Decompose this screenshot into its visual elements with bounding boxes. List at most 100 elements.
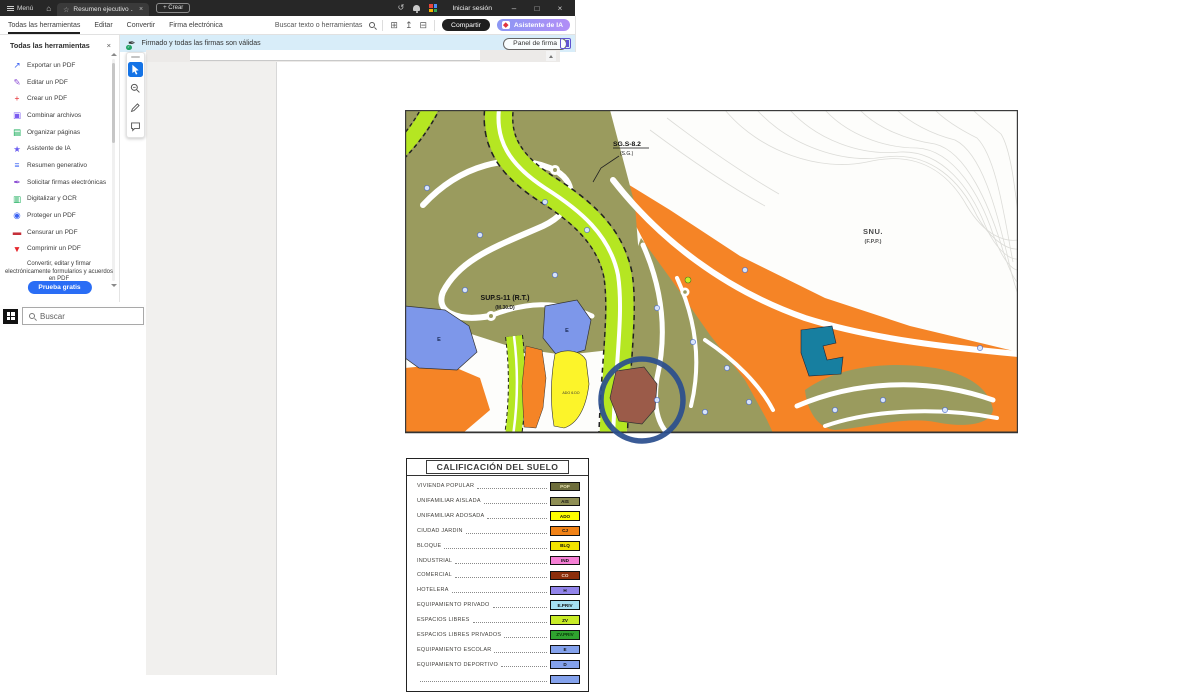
tool-icon: ▣	[12, 111, 22, 120]
tool-list-item[interactable]: ▥ Digitalizar y OCR	[0, 191, 118, 208]
search-icon[interactable]	[369, 22, 375, 28]
legend-leader-dots	[484, 503, 547, 504]
tool-list-item[interactable]: ◉ Proteger un PDF	[0, 207, 118, 224]
star-icon[interactable]: ☆	[63, 6, 69, 14]
drag-handle[interactable]	[131, 56, 140, 58]
sign-tool-button[interactable]	[128, 100, 143, 115]
taskbar-search-box[interactable]: Buscar	[22, 307, 144, 325]
toolbar-tabs: Todas las herramientas Editar Convertir …	[0, 16, 223, 34]
tool-list-item[interactable]: ✎ Editar un PDF	[0, 74, 118, 91]
zoning-map: E E ADO 6.DO SUP.S-11 (R.T.) (M.30.D) SN…	[405, 110, 1018, 455]
legend-label: UNIFAMILIAR AISLADA	[417, 498, 481, 504]
sup-sublabel: (M.30.D)	[495, 305, 515, 311]
tool-label: Asistente de IA	[27, 145, 71, 152]
scroll-down-icon[interactable]	[111, 284, 117, 287]
legend-leader-dots	[420, 681, 547, 682]
ai-assistant-button[interactable]: Asistente de IA	[497, 19, 570, 31]
windows-taskbar: Buscar	[0, 305, 146, 327]
tool-list-item[interactable]: ≡ Resumen generativo	[0, 157, 118, 174]
legend-row: EQUIPAMIENTO DEPORTIVO D	[417, 657, 580, 672]
legend-row: ESPACIOS LIBRES PRIVADOS ZV.PRIV	[417, 627, 580, 642]
legend-leader-dots	[455, 563, 547, 564]
scrollbar-up-button[interactable]	[546, 51, 556, 61]
app-titlebar: Menú ⌂ ☆ Resumen ejecutivo ... × + Crear…	[0, 0, 575, 16]
signature-panel-button[interactable]: Panel de firma	[503, 38, 567, 50]
tool-list-item[interactable]: + Crear un PDF	[0, 90, 118, 107]
tool-label: Editar un PDF	[27, 79, 68, 86]
pencil-icon	[130, 102, 141, 113]
legend-title: CALIFICACIÓN DEL SUELO	[426, 460, 570, 474]
legend-swatch: E	[550, 645, 580, 655]
main-toolbar: Todas las herramientas Editar Convertir …	[0, 16, 575, 35]
legend-swatch: AIS	[550, 497, 580, 507]
tool-list-item[interactable]: ★ Asistente de IA	[0, 140, 118, 157]
menu-button[interactable]: Menú	[0, 0, 40, 16]
tool-list-item[interactable]: ▼ Comprimir un PDF	[0, 241, 118, 258]
tool-label: Combinar archivos	[27, 112, 81, 119]
comment-tool-button[interactable]	[128, 119, 143, 134]
legend-swatch: ADO	[550, 511, 580, 521]
panel-scrollbar[interactable]	[112, 59, 115, 281]
ai-assistant-label: Asistente de IA	[514, 22, 563, 29]
tool-label: Resumen generativo	[27, 162, 87, 169]
tool-list-item[interactable]: ▣ Combinar archivos	[0, 107, 118, 124]
legend-leader-dots	[501, 666, 547, 667]
history-icon[interactable]: ↺	[398, 4, 405, 12]
legend-row	[417, 672, 580, 687]
toolbar-tab[interactable]: Todas las herramientas	[8, 16, 80, 34]
sign-in-button[interactable]: Iniciar sesión	[452, 5, 492, 12]
panel-title: Todas las herramientas	[10, 41, 90, 50]
free-trial-button[interactable]: Prueba gratis	[27, 281, 91, 294]
windows-start-button[interactable]	[3, 309, 18, 324]
select-tool-button[interactable]	[128, 62, 143, 77]
tool-label: Crear un PDF	[27, 95, 67, 102]
pages-icon[interactable]: ⊞	[390, 21, 398, 30]
share-button[interactable]: Compartir	[442, 19, 490, 31]
windows-logo-icon	[7, 312, 15, 320]
document-tab[interactable]: ☆ Resumen ejecutivo ... ×	[57, 3, 149, 16]
legend-row: UNIFAMILIAR AISLADA AIS	[417, 494, 580, 509]
tool-icon: ▤	[12, 128, 22, 137]
legend-items: VIVIENDA POPULAR POP UNIFAMILIAR AISLADA…	[407, 476, 588, 691]
minimize-button[interactable]: –	[507, 4, 521, 13]
toolbar-tab[interactable]: Editar	[94, 16, 112, 34]
tool-icon: ★	[12, 145, 22, 154]
create-tab-button[interactable]: + Crear	[156, 3, 190, 13]
legend-label: BLOQUE	[417, 543, 441, 549]
comment-bubble-icon	[130, 121, 141, 132]
legend-swatch: D	[550, 660, 580, 670]
legend-row: CIUDAD JARDIN CJ	[417, 524, 580, 539]
tool-list-item[interactable]: ↗ Exportar un PDF	[0, 57, 118, 74]
tool-list-item[interactable]: ✒ Solicitar firmas electrónicas	[0, 174, 118, 191]
tool-list-item[interactable]: ▬ Censurar un PDF	[0, 224, 118, 241]
tool-list-item[interactable]: ▤ Organizar páginas	[0, 124, 118, 141]
print-icon[interactable]: ⊟	[420, 21, 428, 30]
panel-close-icon[interactable]: ×	[107, 41, 111, 50]
legend-label: EQUIPAMIENTO PRIVADO	[417, 602, 490, 608]
toolbar-tab[interactable]: Firma electrónica	[169, 16, 223, 34]
apps-grid-icon[interactable]	[429, 4, 437, 12]
close-button[interactable]: ×	[553, 4, 567, 13]
toolbar-tab[interactable]: Convertir	[127, 16, 155, 34]
tab-close-icon[interactable]: ×	[139, 6, 143, 13]
search-tools-label[interactable]: Buscar texto o herramientas	[275, 22, 363, 29]
ai-assistant-icon	[502, 21, 510, 29]
legend-label: HOTELERA	[417, 587, 449, 593]
legend-swatch: BLQ	[550, 541, 580, 551]
scroll-up-icon[interactable]	[111, 53, 117, 56]
notifications-icon[interactable]	[413, 5, 420, 11]
tool-label: Solicitar firmas electrónicas	[27, 179, 106, 186]
side-panel-toggle-icon[interactable]	[560, 38, 571, 49]
tool-label: Proteger un PDF	[27, 212, 76, 219]
tool-icon: ▥	[12, 195, 22, 204]
tool-label: Exportar un PDF	[27, 62, 75, 69]
legend-swatch: CJ	[550, 526, 580, 536]
legend-label: EQUIPAMIENTO DEPORTIVO	[417, 662, 498, 668]
legend-swatch	[550, 675, 580, 685]
share-upload-icon[interactable]: ↥	[405, 21, 413, 30]
legend-row: INDUSTRIAL IND	[417, 553, 580, 568]
zoom-tool-button[interactable]	[128, 81, 143, 96]
maximize-button[interactable]: □	[530, 4, 544, 13]
home-icon[interactable]: ⌂	[40, 4, 57, 13]
previous-page-edge	[190, 50, 480, 61]
